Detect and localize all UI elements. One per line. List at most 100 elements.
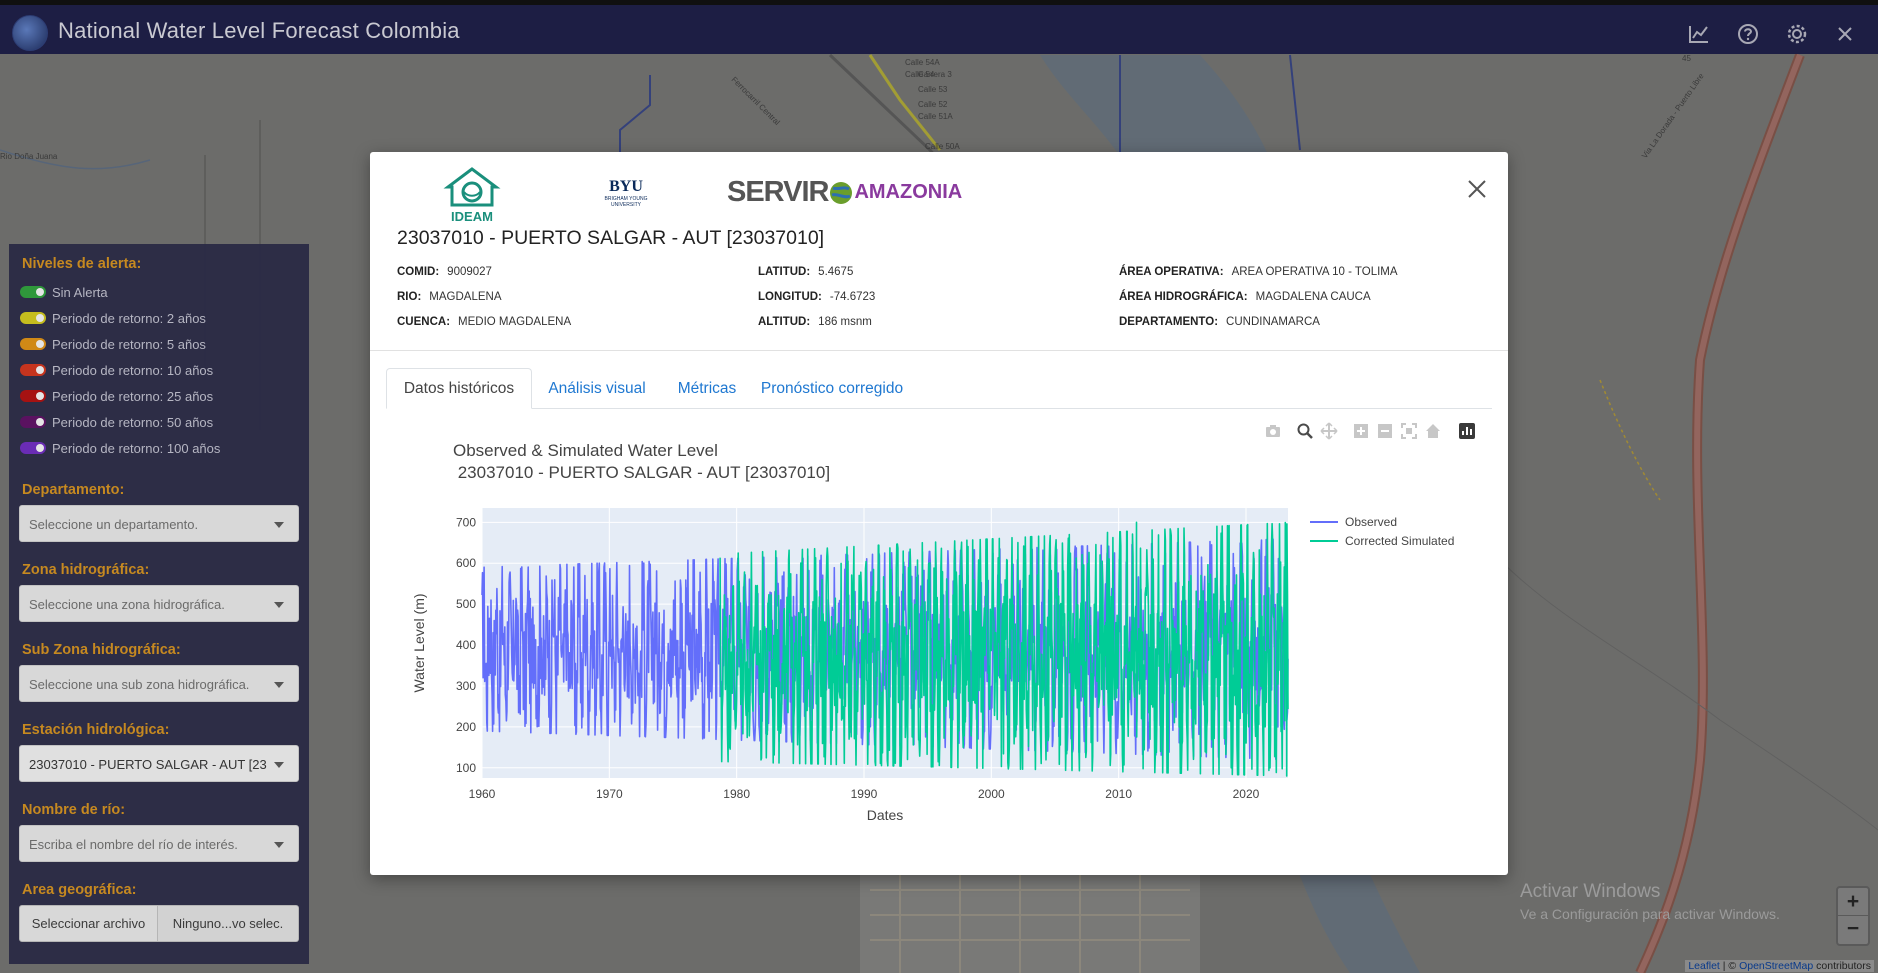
info-label: ALTITUD: [758,316,811,328]
chevron-down-icon [274,522,284,528]
alert-toggle[interactable] [20,442,46,454]
x-tick-label: 1990 [851,787,878,801]
filter-sidebar: Niveles de alerta: Sin Alerta Periodo de … [9,244,309,964]
tab-analisis-visual[interactable]: Análisis visual [532,368,662,409]
close-icon[interactable] [1830,19,1860,49]
alert-level-label: Periodo de retorno: 50 años [52,414,214,430]
alert-toggle[interactable] [20,286,46,298]
rio-select[interactable]: Escriba el nombre del río de interés. [19,825,299,862]
alert-toggle[interactable] [20,312,46,324]
estacion-select[interactable]: 23037010 - PUERTO SALGAR - AUT [23 [19,745,299,782]
alert-level-row[interactable]: Periodo de retorno: 10 años [20,361,213,379]
station-title: 23037010 - PUERTO SALGAR - AUT [23037010… [397,227,825,249]
app-title: National Water Level Forecast Colombia [58,18,460,43]
gear-icon[interactable] [1782,19,1812,49]
y-tick-label: 200 [456,720,476,734]
alert-level-row[interactable]: Periodo de retorno: 25 años [20,387,213,405]
info-label: ÁREA OPERATIVA: [1119,266,1224,278]
byu-logo: BYU BRIGHAM YOUNG UNIVERSITY [591,178,661,208]
modal-tabs: Datos históricos Análisis visual Métrica… [386,368,1492,409]
alert-level-row[interactable]: Periodo de retorno: 100 años [20,439,220,457]
subzona-select[interactable]: Seleccione una sub zona hidrográfica. [19,665,299,702]
y-axis-label: Water Level (m) [411,593,427,692]
info-value: 186 msnm [818,316,872,328]
y-tick-label: 700 [456,515,476,529]
osm-link[interactable]: OpenStreetMap [1739,960,1813,972]
station-info-row: ÁREA HIDROGRÁFICA: MAGDALENA CAUCA [1119,291,1371,303]
x-tick-label: 1980 [723,787,750,801]
select-file-button[interactable]: Seleccionar archivo [19,905,158,942]
alert-level-row[interactable]: Periodo de retorno: 2 años [20,309,206,327]
subzona-heading: Sub Zona hidrográfica: [22,642,181,658]
zona-select[interactable]: Seleccione una zona hidrográfica. [19,585,299,622]
alert-level-row[interactable]: Periodo de retorno: 5 años [20,335,206,353]
info-label: ÁREA HIDROGRÁFICA: [1119,291,1248,303]
map-street-label: Rio Doña Juana [0,152,58,161]
alert-toggle[interactable] [20,364,46,376]
tab-pronostico-corregido[interactable]: Pronóstico corregido [752,368,912,409]
y-tick-label: 100 [456,761,476,775]
info-value: CUNDINAMARCA [1226,316,1320,328]
x-tick-label: 2010 [1105,787,1132,801]
servir-text: SERVIR [727,176,829,208]
zona-heading: Zona hidrográfica: [22,562,150,578]
info-label: CUENCA: [397,316,451,328]
area-heading: Area geográfica: [22,882,137,898]
tab-metricas[interactable]: Métricas [662,368,752,409]
x-tick-label: 2020 [1233,787,1260,801]
ideam-emblem [443,167,501,207]
alert-level-row[interactable]: Sin Alerta [20,283,108,301]
zona-placeholder: Seleccione una zona hidrográfica. [29,597,225,612]
departamento-select[interactable]: Seleccione un departamento. [19,505,299,542]
globe-icon [830,181,853,204]
map-street-label: Calle 54A [905,58,940,67]
alert-level-row[interactable]: Periodo de retorno: 50 años [20,413,213,431]
tab-datos-historicos[interactable]: Datos históricos [386,368,532,409]
x-axis-label: Dates [867,807,904,823]
info-value: MEDIO MAGDALENA [458,316,572,328]
map-attribution: Leaflet | © OpenStreetMap contributors [1685,960,1874,972]
modal-divider [370,350,1508,351]
departamento-placeholder: Seleccione un departamento. [29,517,199,532]
zoom-in-button[interactable]: + [1838,888,1868,916]
info-value: -74.6723 [829,291,876,303]
station-info-row: LATITUD: 5.4675 [758,266,853,278]
water-level-chart[interactable]: Observed & Simulated Water Level 2303701… [370,412,1508,852]
ideam-text: IDEAM [451,209,493,224]
info-label: LONGITUD: [758,291,822,303]
chevron-down-icon [274,762,284,768]
map-street-label: Calle 53 [918,85,948,94]
info-value: MAGDALENA [429,291,502,303]
y-tick-label: 300 [456,679,476,693]
help-icon[interactable] [1733,19,1763,49]
alert-toggle[interactable] [20,416,46,428]
alert-toggle[interactable] [20,338,46,350]
station-info-row: RIO: MAGDALENA [397,291,502,303]
alert-level-label: Periodo de retorno: 10 años [52,362,214,378]
ideam-logo: IDEAM [442,167,502,224]
windows-activation-title: Activar Windows [1520,881,1661,902]
alert-level-label: Sin Alerta [52,284,108,300]
chart-line-icon[interactable] [1684,19,1714,49]
rio-placeholder: Escriba el nombre del río de interés. [29,837,238,852]
station-info-row: DEPARTAMENTO: CUNDINAMARCA [1119,316,1320,328]
info-label: DEPARTAMENTO: [1119,316,1219,328]
modal-close-icon[interactable] [1466,178,1488,200]
alert-toggle[interactable] [20,390,46,402]
byu-subtext: BRIGHAM YOUNG UNIVERSITY [604,196,648,208]
leaflet-link[interactable]: Leaflet [1688,960,1720,972]
alert-levels-heading: Niveles de alerta: [22,256,142,272]
app-logo [12,15,48,51]
estacion-value: 23037010 - PUERTO SALGAR - AUT [23 [29,757,267,772]
zoom-out-button[interactable]: − [1838,916,1868,944]
file-status: Ninguno...vo selec. [158,905,299,942]
chevron-down-icon [274,602,284,608]
info-value: 5.4675 [818,266,854,278]
map-street-label: Calle 52 [918,100,948,109]
station-modal: IDEAM BYU BRIGHAM YOUNG UNIVERSITY SERVI… [370,152,1508,875]
subzona-placeholder: Seleccione una sub zona hidrográfica. [29,677,250,692]
legend-label: Corrected Simulated [1345,534,1454,548]
info-label: COMID: [397,266,440,278]
alert-level-label: Periodo de retorno: 25 años [52,388,214,404]
station-info-row: COMID: 9009027 [397,266,492,278]
